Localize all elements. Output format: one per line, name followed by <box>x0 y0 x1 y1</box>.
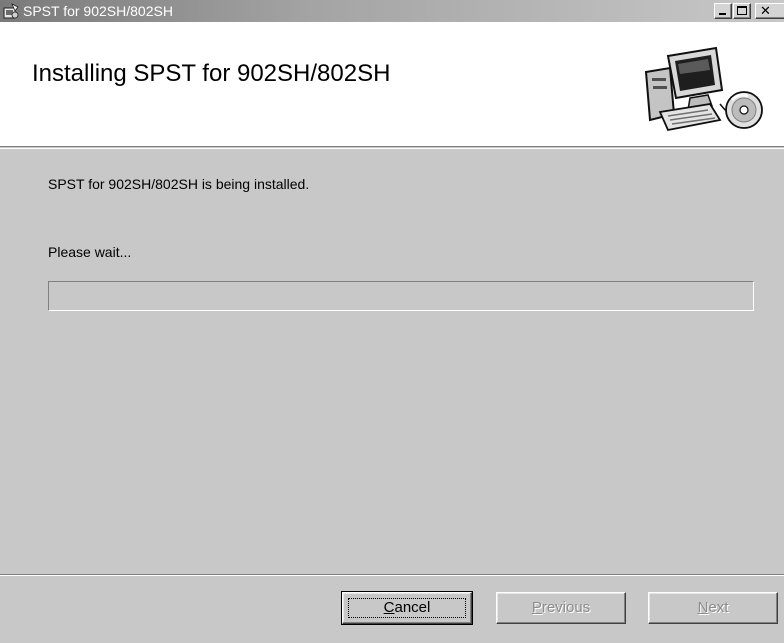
window-title: SPST for 902SH/802SH <box>23 3 173 19</box>
next-button[interactable]: Next <box>648 592 778 624</box>
footer-divider-highlight <box>0 575 784 576</box>
close-icon: ✕ <box>760 3 771 18</box>
title-bar[interactable]: SPST for 902SH/802SH ✕ <box>0 0 784 22</box>
installer-app-icon <box>3 3 19 19</box>
maximize-button[interactable] <box>733 3 751 19</box>
cancel-button[interactable]: Cancel <box>341 591 473 625</box>
install-progress-bar <box>48 281 754 311</box>
minimize-icon <box>719 13 726 15</box>
install-status-text: SPST for 902SH/802SH is being installed. <box>48 176 310 192</box>
minimize-button[interactable] <box>714 3 732 19</box>
computer-cd-icon <box>644 46 763 132</box>
page-title: Installing SPST for 902SH/802SH <box>32 60 391 87</box>
header-banner: Installing SPST for 902SH/802SH <box>0 22 784 147</box>
previous-button[interactable]: Previous <box>496 592 626 624</box>
maximize-icon <box>737 6 747 15</box>
close-button[interactable]: ✕ <box>755 3 784 19</box>
please-wait-text: Please wait... <box>48 244 132 260</box>
previous-mnemonic: P <box>531 599 542 616</box>
focus-rectangle <box>348 598 466 618</box>
next-label: ext <box>708 599 729 616</box>
banner-divider <box>0 148 784 149</box>
installer-window: SPST for 902SH/802SH ✕ Installing SPST f… <box>0 0 784 643</box>
previous-label: revious <box>541 599 591 616</box>
next-mnemonic: N <box>697 599 709 616</box>
